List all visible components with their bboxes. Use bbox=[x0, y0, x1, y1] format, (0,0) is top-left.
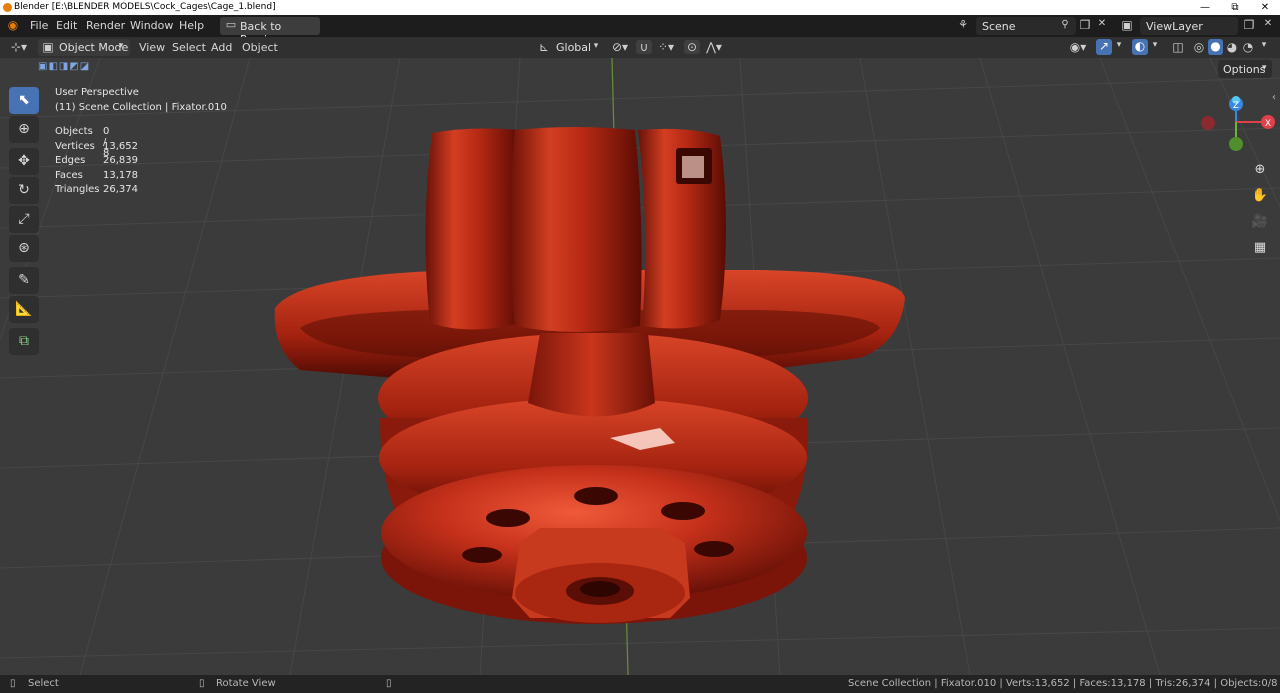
cursor-tool-icon[interactable]: ⊕ bbox=[9, 116, 39, 143]
blender-logo-icon bbox=[3, 3, 12, 12]
gizmo-toggle-icon[interactable]: ↗ bbox=[1096, 39, 1112, 55]
menu-window[interactable]: Window bbox=[130, 19, 173, 32]
close-button[interactable]: ✕ bbox=[1250, 0, 1280, 15]
menu-view[interactable]: View bbox=[139, 41, 165, 54]
top-menu-bar: ◉ File Edit Render Window Help ▭ Back to… bbox=[0, 15, 1280, 46]
object-mode-icon: ▣ bbox=[42, 40, 54, 54]
lock-slot-highlight bbox=[682, 156, 704, 178]
stem bbox=[528, 333, 655, 417]
chevron-down-icon: ▾ bbox=[593, 41, 599, 51]
stats-block: Objects 0 / 8 Vertices 13,652 Edges 26,839 … bbox=[55, 126, 138, 195]
3d-viewport[interactable]: ▣◧◨◩◪ ⬉ ⊕ ✥ ↻ ⤢ ⊛ ✎ 📐 ⧉ User Perspective… bbox=[0, 58, 1280, 675]
annotate-tool-icon[interactable]: ✎ bbox=[9, 267, 39, 294]
back-to-previous-button[interactable]: ▭ Back to Previous bbox=[220, 17, 320, 46]
chevron-down-icon[interactable]: ▾ bbox=[1114, 40, 1124, 50]
cylinder-segment-left bbox=[425, 128, 520, 330]
status-info: Scene Collection | Fixator.010 | Verts:1… bbox=[848, 678, 1280, 689]
z-axis-label: Z bbox=[1233, 101, 1239, 111]
xray-icon[interactable]: ◫ bbox=[1170, 40, 1186, 54]
viewlayer-icon[interactable]: ▣ bbox=[1118, 18, 1136, 32]
viewport-grid bbox=[0, 58, 1280, 675]
chevron-down-icon: ▾ bbox=[1262, 63, 1267, 73]
visibility-icon[interactable]: ◉▾ bbox=[1066, 40, 1090, 54]
status-select: Select bbox=[28, 678, 59, 689]
overlay-toggle-icon[interactable]: ◐ bbox=[1132, 39, 1148, 55]
wireframe-shading-icon[interactable]: ◎ bbox=[1192, 40, 1206, 54]
menu-select[interactable]: Select bbox=[172, 41, 206, 54]
x-axis-label: X bbox=[1265, 119, 1271, 129]
mode-dropdown[interactable]: ▣ Object Mode ▾ bbox=[38, 39, 130, 56]
neg-x-axis-icon bbox=[1201, 116, 1215, 130]
menu-add[interactable]: Add bbox=[211, 41, 232, 54]
os-title-bar: Blender [E:\BLENDER MODELS\Cock_Cages\Ca… bbox=[0, 0, 1280, 15]
pivot-point-icon[interactable]: ⊘▾ bbox=[608, 40, 632, 54]
scale-tool-icon[interactable]: ⤢ bbox=[9, 206, 39, 233]
material-shading-icon[interactable]: ◕ bbox=[1225, 40, 1239, 54]
rendered-shading-icon[interactable]: ◔ bbox=[1241, 40, 1255, 54]
options-dropdown[interactable]: Options ▾ bbox=[1218, 60, 1272, 78]
screen-icon: ▭ bbox=[225, 18, 237, 31]
blender-menu-icon[interactable]: ◉ bbox=[5, 18, 21, 32]
menu-object[interactable]: Object bbox=[242, 41, 278, 54]
cylinder-segment-middle bbox=[510, 127, 642, 332]
mouse-right-icon: ▯ bbox=[386, 678, 392, 689]
navigation-gizmo[interactable]: Z X bbox=[1196, 92, 1276, 156]
selection-mode-icons[interactable]: ▣◧◨◩◪ bbox=[38, 61, 116, 75]
zoom-icon[interactable]: ⊕ bbox=[1248, 158, 1272, 182]
restore-button[interactable]: ⧉ bbox=[1220, 0, 1250, 15]
add-cube-tool-icon[interactable]: ⧉ bbox=[9, 328, 39, 355]
status-bar: ▯ Select ▯ Rotate View ▯ Scene Collectio… bbox=[0, 675, 1280, 693]
select-tool-icon[interactable]: ⬉ bbox=[9, 87, 39, 114]
cage-model[interactable] bbox=[274, 127, 905, 624]
mouse-left-icon: ▯ bbox=[10, 678, 16, 689]
orientation-icon: ⊾ bbox=[538, 40, 550, 54]
scene-icon[interactable]: ⚘ bbox=[953, 18, 973, 31]
status-rotate: Rotate View bbox=[216, 678, 276, 689]
move-tool-icon[interactable]: ✥ bbox=[9, 148, 39, 175]
viewlayer-field[interactable]: ViewLayer bbox=[1140, 17, 1238, 35]
viewport-header: ⊹▾ ▣ Object Mode ▾ View Select Add Objec… bbox=[0, 37, 1280, 58]
hub-hole-inner bbox=[580, 581, 620, 597]
snap-icon[interactable]: ∪ bbox=[636, 40, 652, 54]
pin-icon[interactable]: ⚲ bbox=[1058, 19, 1072, 30]
measure-tool-icon[interactable]: 📐 bbox=[9, 296, 39, 323]
remove-viewlayer-icon[interactable]: ✕ bbox=[1262, 18, 1274, 29]
transform-orientation-dropdown[interactable]: ⊾ Global ▾ bbox=[535, 39, 603, 56]
mouse-middle-icon: ▯ bbox=[199, 678, 205, 689]
editor-type-icon[interactable]: ⊹▾ bbox=[8, 40, 30, 54]
solid-shading-icon[interactable]: ● bbox=[1208, 39, 1223, 55]
minimize-button[interactable]: — bbox=[1190, 0, 1220, 15]
y-axis-icon bbox=[1229, 137, 1243, 151]
menu-file[interactable]: File bbox=[30, 19, 48, 32]
perspective-grid-icon[interactable]: ▦ bbox=[1248, 236, 1272, 260]
pan-hand-icon[interactable]: ✋ bbox=[1248, 184, 1272, 208]
proportional-edit-icon[interactable]: ⊙ bbox=[684, 40, 700, 54]
menu-render[interactable]: Render bbox=[86, 19, 125, 32]
rotate-tool-icon[interactable]: ↻ bbox=[9, 177, 39, 204]
chevron-down-icon: ▾ bbox=[118, 41, 124, 51]
menu-help[interactable]: Help bbox=[179, 19, 204, 32]
new-scene-icon[interactable]: ❐ bbox=[1078, 18, 1092, 32]
window-title: Blender [E:\BLENDER MODELS\Cock_Cages\Ca… bbox=[14, 2, 276, 12]
remove-scene-icon[interactable]: ✕ bbox=[1096, 18, 1108, 29]
chevron-down-icon[interactable]: ▾ bbox=[1150, 40, 1160, 50]
chevron-down-icon[interactable]: ▾ bbox=[1258, 40, 1270, 50]
snap-target-icon[interactable]: ⁘▾ bbox=[654, 40, 678, 54]
perspective-label: User Perspective bbox=[55, 87, 139, 98]
collection-label: (11) Scene Collection | Fixator.010 bbox=[55, 102, 227, 113]
menu-edit[interactable]: Edit bbox=[56, 19, 77, 32]
scene-field[interactable]: Scene ⚲ bbox=[976, 17, 1076, 35]
transform-tool-icon[interactable]: ⊛ bbox=[9, 235, 39, 262]
camera-icon[interactable]: 🎥 bbox=[1248, 210, 1272, 234]
new-viewlayer-icon[interactable]: ❐ bbox=[1242, 18, 1256, 32]
falloff-icon[interactable]: ⋀▾ bbox=[702, 40, 726, 54]
